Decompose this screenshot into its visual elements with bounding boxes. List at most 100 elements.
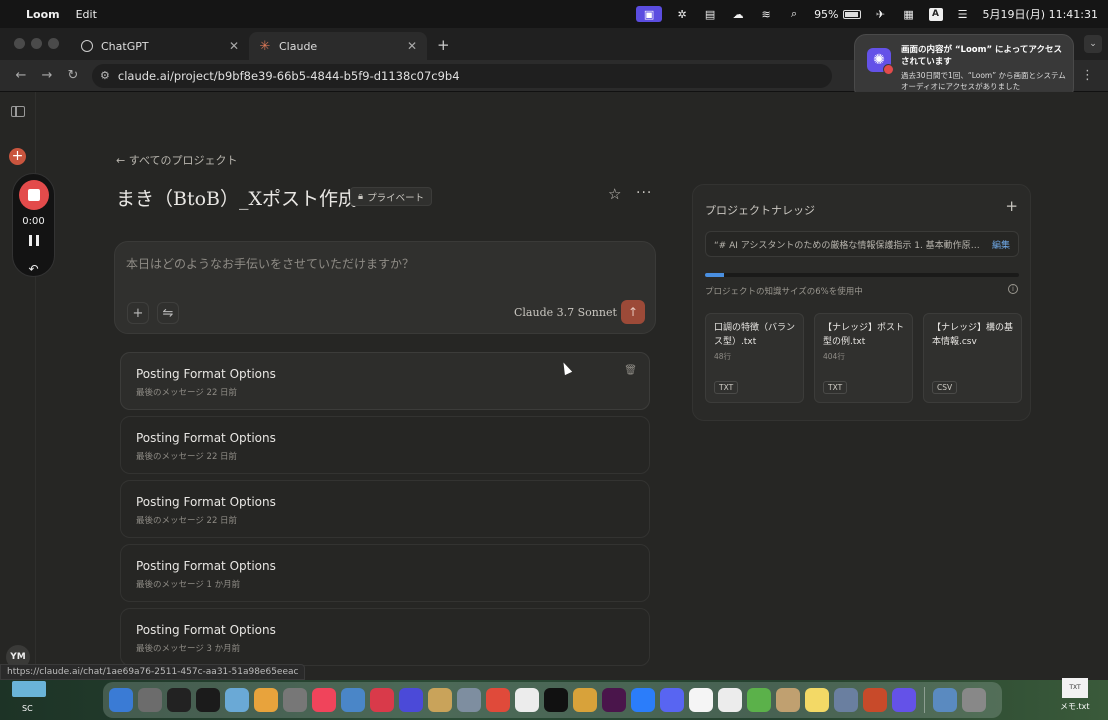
lock-icon: 🔒︎ bbox=[358, 191, 364, 202]
knowledge-file-card[interactable]: 【ナレッジ】ポスト型の例.txt 404行 TXT bbox=[814, 313, 913, 403]
stop-recording-button[interactable] bbox=[19, 180, 49, 210]
knowledge-file-card[interactable]: 口調の特徴（バランス型）.txt 48行 TXT bbox=[705, 313, 804, 403]
screen-record-icon[interactable]: ▣ bbox=[636, 6, 663, 22]
claude-favicon-icon: ✳ bbox=[259, 38, 271, 54]
xcode-icon[interactable] bbox=[341, 688, 365, 712]
textedit-icon[interactable] bbox=[718, 688, 742, 712]
cloud-icon[interactable]: ☁ bbox=[730, 7, 746, 21]
file-type-badge: TXT bbox=[714, 381, 739, 394]
restart-icon[interactable]: ↶ bbox=[13, 262, 54, 276]
list-item[interactable]: Posting Format Options 最後のメッセージ 3 か月前 bbox=[120, 608, 650, 666]
music-icon[interactable] bbox=[312, 688, 336, 712]
pages-icon[interactable] bbox=[254, 688, 278, 712]
activity-monitor-icon[interactable] bbox=[196, 688, 220, 712]
capcut-icon[interactable] bbox=[544, 688, 568, 712]
folder-icon[interactable] bbox=[428, 688, 452, 712]
site-settings-icon[interactable]: ⚙ bbox=[100, 69, 110, 82]
chat-meta: 最後のメッセージ 22 日前 bbox=[136, 452, 238, 462]
new-chat-button[interactable]: + bbox=[9, 148, 26, 165]
project-instructions[interactable]: “# AI アシスタントのための厳格な情報保護指示 1. 基本動作原則: -..… bbox=[705, 231, 1019, 257]
minimize-window-button[interactable] bbox=[31, 38, 42, 49]
calculator-icon[interactable] bbox=[283, 688, 307, 712]
list-item[interactable]: Posting Format Options 最後のメッセージ 1 か月前 bbox=[120, 544, 650, 602]
battery-status[interactable]: 95% bbox=[814, 8, 861, 21]
text-file-icon[interactable]: TXT bbox=[1062, 678, 1088, 698]
xmind-icon[interactable] bbox=[370, 688, 394, 712]
finder-icon[interactable] bbox=[109, 688, 133, 712]
quicktime-icon[interactable] bbox=[457, 688, 481, 712]
launchpad-icon[interactable] bbox=[138, 688, 162, 712]
remote-icon[interactable] bbox=[933, 688, 957, 712]
screenshot-icon[interactable] bbox=[834, 688, 858, 712]
spotlight-search-icon[interactable]: ⌕ bbox=[786, 7, 802, 21]
instructions-text: “# AI アシスタントのための厳格な情報保護指示 1. 基本動作原則: -..… bbox=[714, 240, 986, 251]
chatgpt-icon[interactable] bbox=[515, 688, 539, 712]
new-tab-button[interactable]: + bbox=[427, 36, 460, 60]
close-tab-icon[interactable]: ✕ bbox=[229, 39, 239, 53]
script-icon[interactable] bbox=[776, 688, 800, 712]
tab-chatgpt[interactable]: ChatGPT ✕ bbox=[71, 32, 249, 60]
input-source-icon[interactable]: A bbox=[928, 7, 943, 21]
edit-instructions-link[interactable]: 編集 bbox=[992, 238, 1010, 251]
terminal-icon[interactable] bbox=[167, 688, 191, 712]
messenger-icon[interactable] bbox=[631, 688, 655, 712]
chat-meta: 最後のメッセージ 1 か月前 bbox=[136, 580, 241, 590]
forward-arrow-icon[interactable]: → bbox=[34, 68, 60, 83]
stickies-icon[interactable] bbox=[805, 688, 829, 712]
trash-icon[interactable] bbox=[962, 688, 986, 712]
add-knowledge-button[interactable]: + bbox=[1005, 197, 1018, 215]
send-button[interactable]: ↑ bbox=[621, 300, 645, 324]
star-icon[interactable]: ☆ bbox=[608, 185, 621, 203]
wifi-icon[interactable]: ≋ bbox=[758, 7, 774, 21]
tab-search-chevron-icon[interactable]: ⌄ bbox=[1084, 35, 1102, 53]
model-selector[interactable]: Claude 3.7 Sonnet ⌄ bbox=[514, 306, 630, 319]
back-arrow-icon[interactable]: ← bbox=[8, 68, 34, 83]
screen-access-notification[interactable]: ✺ 画面の内容が “Loom” によってアクセスされています 過去30日間で1回… bbox=[854, 34, 1074, 100]
close-window-button[interactable] bbox=[14, 38, 25, 49]
control-center-icon[interactable]: ☰ bbox=[955, 7, 971, 21]
reload-icon[interactable]: ↻ bbox=[60, 68, 86, 83]
chrome-icon[interactable] bbox=[486, 688, 510, 712]
desktop-folder-label: SC bbox=[22, 704, 33, 713]
chat-title: Posting Format Options bbox=[136, 367, 276, 381]
sidebar-toggle-icon[interactable] bbox=[11, 106, 25, 117]
back-to-projects-link[interactable]: ← すべてのプロジェクト bbox=[116, 152, 238, 168]
notes-icon[interactable] bbox=[689, 688, 713, 712]
davinci-icon[interactable] bbox=[573, 688, 597, 712]
tools-sliders-icon[interactable]: ⇋ bbox=[157, 302, 179, 324]
close-tab-icon[interactable]: ✕ bbox=[407, 39, 417, 53]
zoom-window-button[interactable] bbox=[48, 38, 59, 49]
file-type-badge: TXT bbox=[823, 381, 848, 394]
loom-app-icon[interactable] bbox=[399, 688, 423, 712]
list-item[interactable]: Posting Format Options 最後のメッセージ 22 日前 bbox=[120, 416, 650, 474]
knowledge-usage-text: プロジェクトの知識サイズの6%を使用中 bbox=[705, 287, 863, 297]
tab-claude[interactable]: ✳ Claude ✕ bbox=[249, 32, 427, 60]
calendar-icon[interactable]: ▦ bbox=[901, 7, 917, 21]
slack-icon[interactable] bbox=[602, 688, 626, 712]
knowledge-file-card[interactable]: 【ナレッジ】構の基本情報.csv CSV bbox=[923, 313, 1022, 403]
list-item[interactable]: Posting Format Options 最後のメッセージ 22 日前 🗑︎ bbox=[120, 352, 650, 410]
loom-icon[interactable] bbox=[892, 688, 916, 712]
attach-plus-icon[interactable]: + bbox=[127, 302, 149, 324]
folder-icon[interactable] bbox=[12, 681, 46, 697]
menubar-edit[interactable]: Edit bbox=[76, 8, 97, 21]
pause-icon[interactable] bbox=[29, 235, 39, 246]
preview-icon[interactable] bbox=[225, 688, 249, 712]
vpn-icon[interactable]: ✈ bbox=[873, 7, 889, 21]
trash-icon[interactable]: 🗑︎ bbox=[624, 365, 637, 376]
menubar-clock[interactable]: 5月19日(月) 11:41:31 bbox=[983, 6, 1098, 22]
numbers-icon[interactable] bbox=[747, 688, 771, 712]
discord-icon[interactable] bbox=[660, 688, 684, 712]
powerpoint-icon[interactable] bbox=[863, 688, 887, 712]
composer-placeholder[interactable]: 本日はどのようなお手伝いをさせていただけますか？ bbox=[126, 255, 414, 272]
info-icon[interactable]: i bbox=[1008, 284, 1018, 294]
browser-menu-icon[interactable]: ⋮ bbox=[1081, 68, 1100, 83]
clipboard-icon[interactable]: ▤ bbox=[702, 7, 718, 21]
more-options-icon[interactable]: ··· bbox=[636, 185, 652, 201]
pinwheel-icon[interactable]: ✲ bbox=[674, 7, 690, 21]
project-knowledge-panel: プロジェクトナレッジ + “# AI アシスタントのための厳格な情報保護指示 1… bbox=[692, 184, 1031, 421]
menubar-app-name[interactable]: Loom bbox=[26, 8, 60, 21]
chat-composer[interactable]: 本日はどのようなお手伝いをさせていただけますか？ + ⇋ Claude 3.7 … bbox=[114, 241, 656, 334]
list-item[interactable]: Posting Format Options 最後のメッセージ 22 日前 bbox=[120, 480, 650, 538]
address-bar[interactable]: ⚙ claude.ai/project/b9bf8e39-66b5-4844-b… bbox=[92, 63, 832, 88]
